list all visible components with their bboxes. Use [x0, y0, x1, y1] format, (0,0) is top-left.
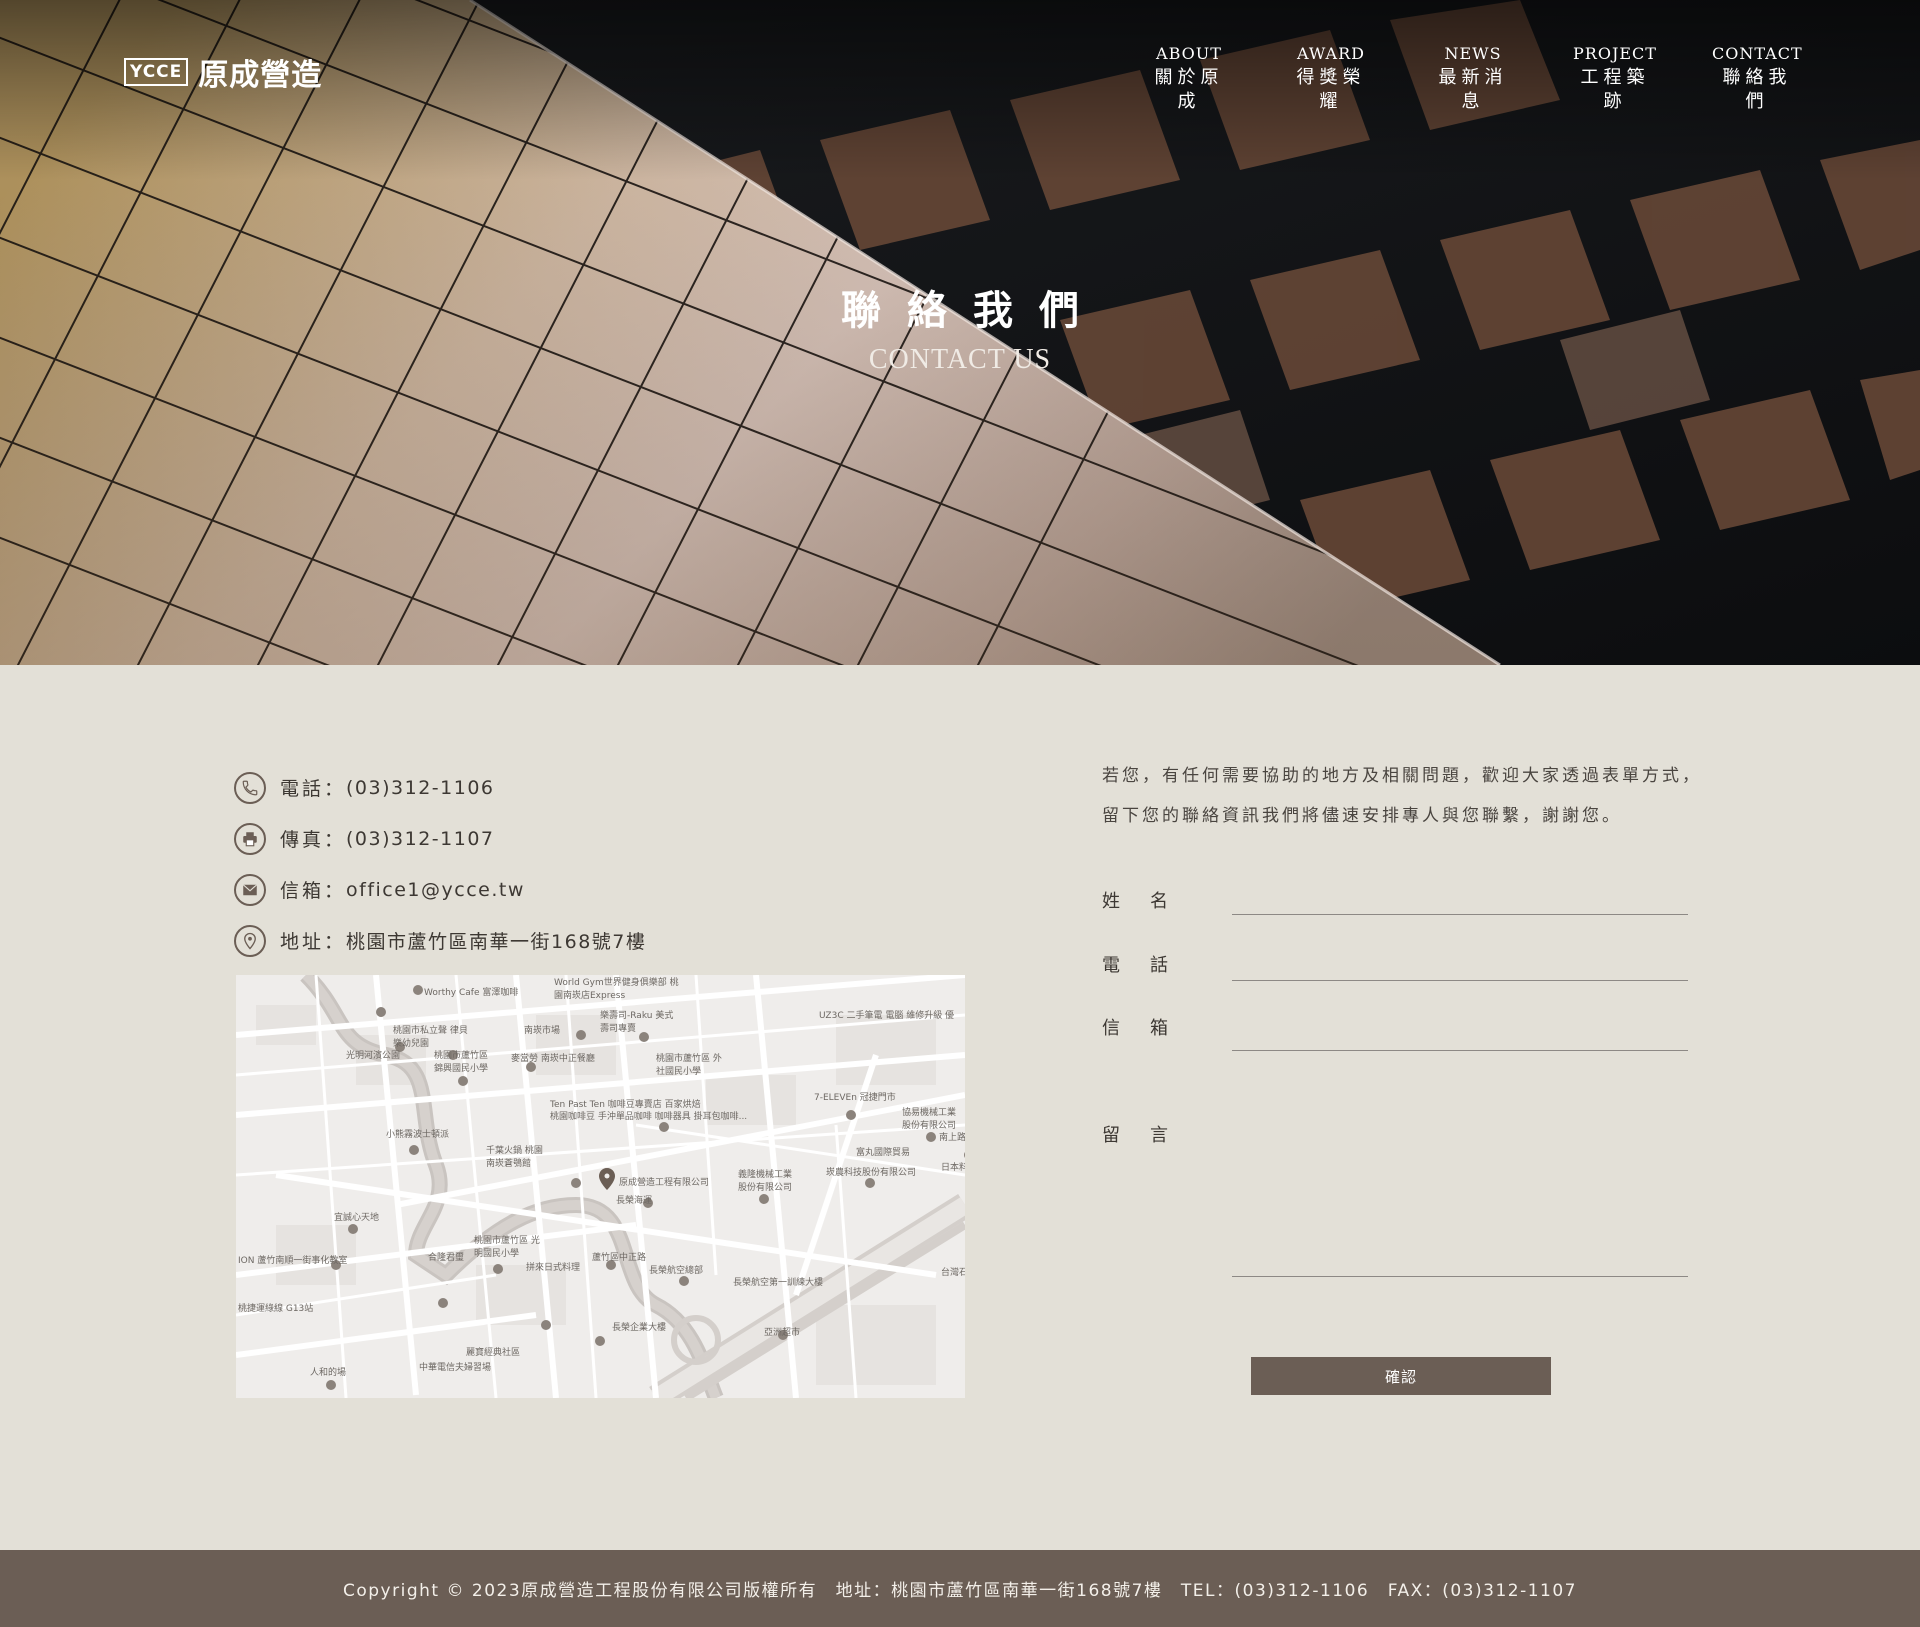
nav-award-en: AWARD: [1297, 44, 1365, 63]
message-label: 留言: [1102, 1125, 1198, 1146]
map-label: 桃園市蘆竹區 錦興國民小學: [434, 1051, 489, 1074]
email-value[interactable]: office1@ycce.tw: [346, 879, 525, 901]
nav-news[interactable]: NEWS 最新消息: [1428, 44, 1518, 114]
name-label: 姓名: [1102, 891, 1198, 912]
map-label: 桃園市蘆竹區 光明國民小學: [474, 1236, 540, 1259]
map-label: 人和的場: [310, 1368, 347, 1378]
map-label: 長榮航空第一訓練大樓: [733, 1278, 824, 1288]
map-label: 合隆君璽: [428, 1253, 465, 1263]
map-label: 日本料: [941, 1163, 965, 1173]
nav-project-en: PROJECT: [1573, 44, 1657, 63]
map-label: 義隆機械工業 股份有限公司: [738, 1170, 793, 1193]
contact-email-row: 信箱： office1@ycce.tw: [234, 864, 646, 915]
page-subtitle: CONTACT US: [868, 344, 1052, 375]
contact-info: 電話： (03)312-1106 傳真： (03)312-1107 信箱： of…: [234, 762, 646, 966]
phone-icon: [234, 771, 266, 804]
map-roads: [236, 975, 965, 1398]
map-label: 長榮企業大樓: [612, 1323, 667, 1333]
fax-label: 傳真：: [280, 829, 347, 851]
logo-mark: YCCE: [124, 58, 189, 86]
map-label: 崁農科技股份有限公司: [826, 1168, 917, 1178]
nav-project-zh: 工程築跡: [1580, 67, 1650, 112]
page-title: 聯絡我們: [841, 287, 1105, 334]
map-label: Worthy Cafe 富澤咖啡: [424, 988, 519, 998]
fax-value: (03)312-1107: [346, 827, 495, 850]
map-label: World Gym世界健身俱樂部 桃園南崁店Express: [554, 978, 679, 1001]
map-label: 長榮海運: [616, 1196, 653, 1206]
phone-input[interactable]: [1232, 951, 1688, 981]
map-label: 麥當勞 南崁中正餐廳: [511, 1054, 595, 1064]
mail-icon: [234, 873, 266, 906]
email-label: 信箱：: [280, 880, 347, 902]
contact-phone-row: 電話： (03)312-1106: [234, 762, 646, 813]
map-label: 原成營造工程有限公司: [619, 1178, 710, 1188]
map-label: ION 蘆竹南順一街事化教室: [238, 1256, 348, 1266]
map-label: 麗寶經典社區: [466, 1348, 521, 1358]
contact-address-row: 地址： 桃園市蘆竹區南華一街168號7樓: [234, 915, 646, 966]
name-input[interactable]: [1232, 885, 1688, 915]
map-label: 桃園咖啡豆 手沖單品咖啡 咖啡器具 掛耳包咖啡...: [550, 1112, 748, 1122]
nav-award[interactable]: AWARD 得獎榮耀: [1286, 44, 1376, 114]
nav-contact[interactable]: CONTACT 聯絡我們: [1712, 44, 1802, 114]
map-label: 中華電信夫婦習場: [419, 1363, 492, 1373]
footer-copyright: Copyright © 2023原成營造工程股份有限公司版權所有 地址：桃園市蘆…: [343, 1581, 1577, 1601]
logo-text: 原成營造: [198, 58, 323, 93]
hero-banner: YCCE 原成營造 ABOUT 關於原成 AWARD 得獎榮耀 NEWS 最新消…: [0, 0, 1920, 665]
nav-news-en: NEWS: [1444, 44, 1502, 63]
map-label: 台灣石: [941, 1268, 965, 1278]
map-label: 富丸國際貿易: [856, 1148, 911, 1158]
nav-about-zh: 關於原成: [1154, 67, 1224, 112]
nav-project[interactable]: PROJECT 工程築跡: [1570, 44, 1660, 114]
nav-contact-en: CONTACT: [1712, 44, 1803, 63]
map-label: 樂壽司-Raku 美式壽司專賣: [600, 1011, 674, 1034]
map-label: UZ3C 二手筆電 電腦 維修升級 優: [819, 1011, 955, 1021]
nav-contact-zh: 聯絡我們: [1722, 67, 1792, 112]
form-intro: 若您，有任何需要協助的地方及相關問題，歡迎大家透過表單方式， 留下您的聯絡資訊我…: [1102, 756, 1702, 836]
nav-about[interactable]: ABOUT 關於原成: [1144, 44, 1234, 114]
email-field-label: 信箱: [1102, 1018, 1198, 1039]
map-label: 桃園市蘆竹區 外社國民小學: [656, 1054, 722, 1077]
form-intro-line1: 若您，有任何需要協助的地方及相關問題，歡迎大家透過表單方式，: [1102, 766, 1702, 786]
map-label: 亞洲超市: [764, 1328, 801, 1338]
nav-news-zh: 最新消息: [1438, 67, 1508, 112]
map-label: 宜誠心天地: [334, 1213, 380, 1223]
map-label: 南上路: [939, 1133, 965, 1143]
email-input[interactable]: [1232, 1021, 1688, 1051]
address-value: 桃園市蘆竹區南華一街168號7樓: [346, 931, 647, 953]
map-label: 7-ELEVEn 冠捷門市: [814, 1093, 896, 1103]
phone-label: 電話：: [280, 778, 347, 800]
submit-button[interactable]: 確認: [1251, 1357, 1551, 1395]
map-label: 桃捷運綠線 G13站: [238, 1304, 314, 1314]
location-pin-icon: [234, 924, 266, 957]
map-label: 長榮航空總部: [649, 1266, 704, 1276]
map-label: 蘆竹區中正路: [592, 1253, 647, 1263]
footer: Copyright © 2023原成營造工程股份有限公司版權所有 地址：桃園市蘆…: [0, 1550, 1920, 1627]
map-label: 桃園市私立聲 律貝樂幼兒園: [393, 1026, 468, 1049]
message-textarea[interactable]: [1232, 1121, 1688, 1277]
map-label: 光明河濱公園: [346, 1051, 401, 1061]
nav-about-en: ABOUT: [1156, 44, 1222, 63]
site-logo[interactable]: YCCE 原成營造: [124, 50, 322, 94]
phone-field-label: 電話: [1102, 955, 1198, 976]
map-label: 小熊霧波士頓派: [386, 1130, 450, 1140]
map-label: 拼來日式料理: [526, 1263, 581, 1273]
address-label: 地址：: [280, 931, 347, 953]
location-map[interactable]: Worthy Cafe 富澤咖啡 World Gym世界健身俱樂部 桃園南崁店E…: [236, 975, 965, 1398]
contact-fax-row: 傳真： (03)312-1107: [234, 813, 646, 864]
main-nav: ABOUT 關於原成 AWARD 得獎榮耀 NEWS 最新消息 PROJECT …: [1144, 44, 1802, 114]
map-label: 千葉火鍋 桃園 南崁蒼鴞館: [486, 1146, 543, 1169]
form-intro-line2: 留下您的聯絡資訊我們將儘速安排專人與您聯繫，謝謝您。: [1102, 806, 1622, 826]
map-label: 南崁市場: [524, 1026, 561, 1036]
printer-icon: [234, 822, 266, 855]
phone-value[interactable]: (03)312-1106: [346, 777, 494, 799]
nav-award-zh: 得獎榮耀: [1296, 67, 1366, 112]
map-label: 協易機械工業 股份有限公司: [902, 1108, 957, 1131]
